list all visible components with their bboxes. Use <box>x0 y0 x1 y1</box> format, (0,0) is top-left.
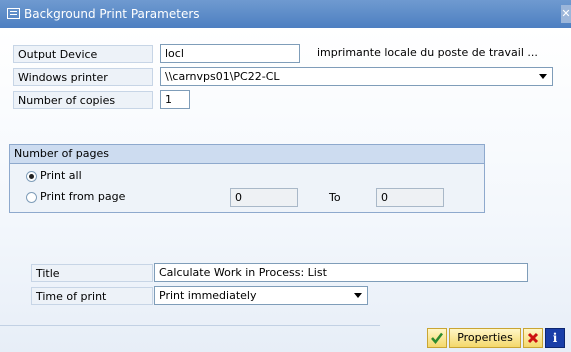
time-of-print-select[interactable]: Print immediately <box>154 286 368 305</box>
info-icon: i <box>552 331 558 345</box>
properties-button[interactable]: Properties <box>449 328 521 348</box>
close-button[interactable]: ✕ <box>561 5 571 23</box>
print-all-label: Print all <box>40 169 82 182</box>
accept-button[interactable] <box>427 328 447 348</box>
title-bar: Background Print Parameters ✕ <box>0 0 571 28</box>
dialog-content: Output Device locl imprimante locale du … <box>0 28 571 352</box>
title-label: Title <box>31 264 153 282</box>
time-of-print-label: Time of print <box>31 287 153 305</box>
output-device-description: imprimante locale du poste de travail ..… <box>317 46 538 59</box>
cancel-button[interactable] <box>523 328 543 348</box>
checkmark-icon <box>431 332 443 344</box>
print-from-label: Print from page <box>40 190 126 203</box>
windows-printer-label: Windows printer <box>13 68 153 86</box>
print-from-radio[interactable] <box>26 192 37 203</box>
title-input[interactable]: Calculate Work in Process: List <box>154 263 528 282</box>
window-icon <box>7 8 20 19</box>
output-device-label: Output Device <box>13 45 153 63</box>
window-title: Background Print Parameters <box>24 7 200 21</box>
chevron-down-icon[interactable] <box>539 74 547 79</box>
windows-printer-select[interactable]: \\carnvps01\PC22-CL <box>160 67 553 86</box>
output-device-input[interactable]: locl <box>160 44 300 63</box>
to-page-input[interactable]: 0 <box>376 188 444 207</box>
copies-input[interactable]: 1 <box>160 90 190 109</box>
cancel-x-icon <box>527 332 539 344</box>
info-button[interactable]: i <box>545 328 565 348</box>
pages-group-title: Number of pages <box>10 145 484 164</box>
pages-group: Number of pages Print all Print from pag… <box>9 144 485 213</box>
from-page-input[interactable]: 0 <box>230 188 298 207</box>
to-label: To <box>329 191 341 204</box>
chevron-down-icon[interactable] <box>354 293 362 298</box>
footer-divider <box>0 325 380 326</box>
time-of-print-value: Print immediately <box>159 289 257 302</box>
copies-label: Number of copies <box>13 91 153 109</box>
print-all-radio[interactable] <box>26 171 37 182</box>
windows-printer-value: \\carnvps01\PC22-CL <box>165 70 280 83</box>
